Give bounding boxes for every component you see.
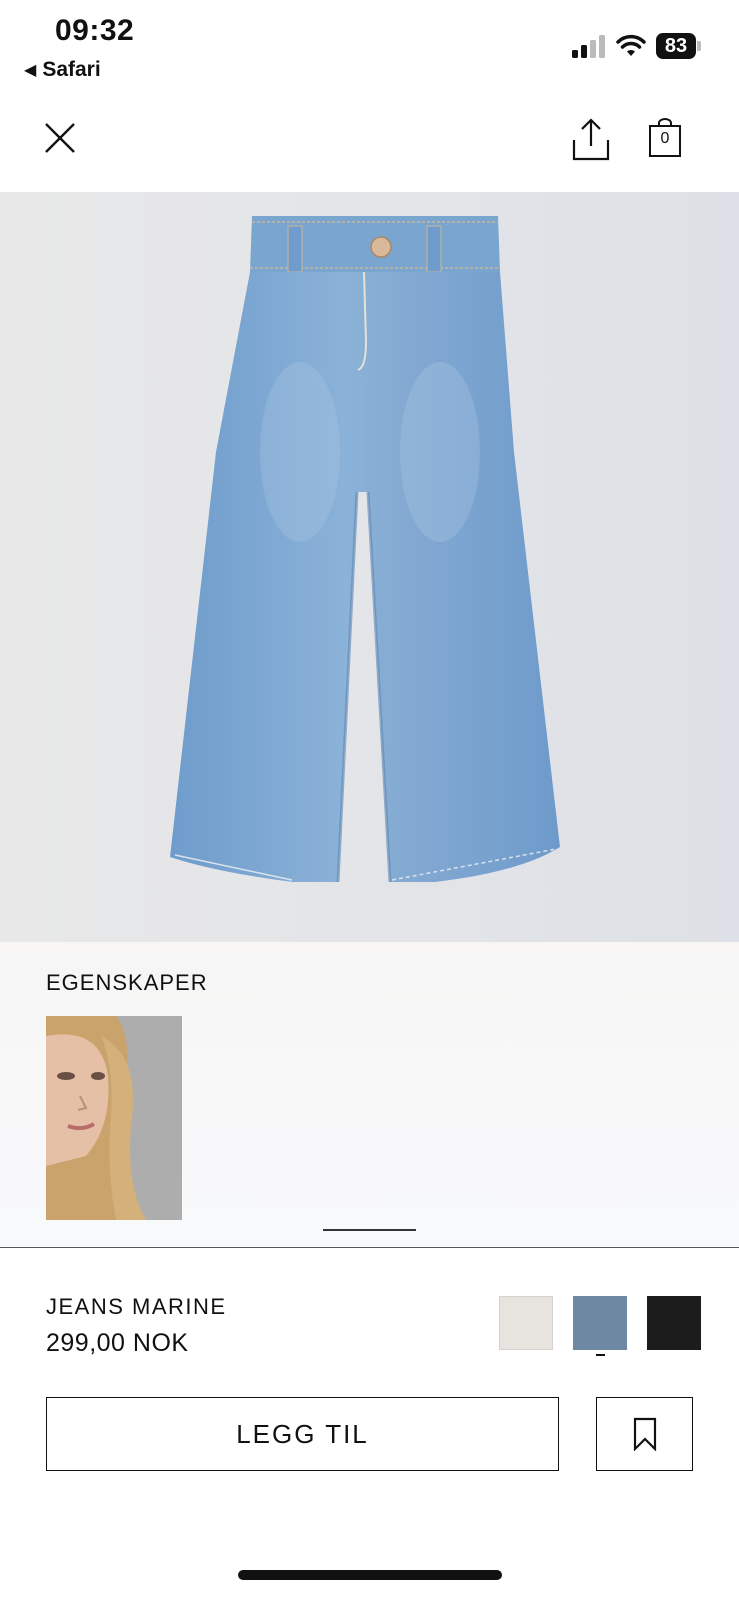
features-section: EGENSKAPER [0, 942, 739, 1248]
features-title: EGENSKAPER [46, 970, 208, 995]
battery-level: 83 [656, 33, 696, 59]
back-app-label: Safari [42, 58, 101, 81]
close-icon[interactable] [40, 118, 80, 158]
add-to-cart-button[interactable]: LEGG TIL [46, 1397, 559, 1471]
model-thumbnail[interactable] [46, 1016, 182, 1220]
color-swatch-black[interactable] [647, 1296, 701, 1350]
share-icon[interactable] [570, 116, 612, 162]
battery-tip [697, 41, 701, 51]
save-button[interactable] [596, 1397, 693, 1471]
product-image[interactable] [0, 192, 739, 942]
product-name: JEANS MARINE [46, 1294, 227, 1319]
battery-icon: 83 [656, 33, 702, 59]
wifi-icon [616, 34, 646, 56]
bag-count: 0 [660, 130, 670, 147]
back-triangle-icon: ◀ [24, 62, 37, 79]
carousel-scroll-indicator [323, 1229, 416, 1231]
jeans-illustration [170, 216, 560, 883]
section-divider [0, 1247, 739, 1248]
selected-color-marker [596, 1354, 605, 1356]
product-price: 299,00 NOK [46, 1329, 189, 1357]
signal-icon [572, 35, 605, 58]
bookmark-icon [633, 1417, 656, 1451]
status-time: 09:32 [55, 14, 135, 47]
back-to-safari-link[interactable]: ◀ Safari [24, 58, 101, 82]
home-indicator[interactable] [238, 1570, 502, 1580]
color-swatch-blue[interactable] [573, 1296, 627, 1350]
model-face-image [46, 1016, 182, 1220]
color-swatch-ecru[interactable] [499, 1296, 553, 1350]
shopping-bag-button[interactable]: 0 [648, 118, 682, 158]
